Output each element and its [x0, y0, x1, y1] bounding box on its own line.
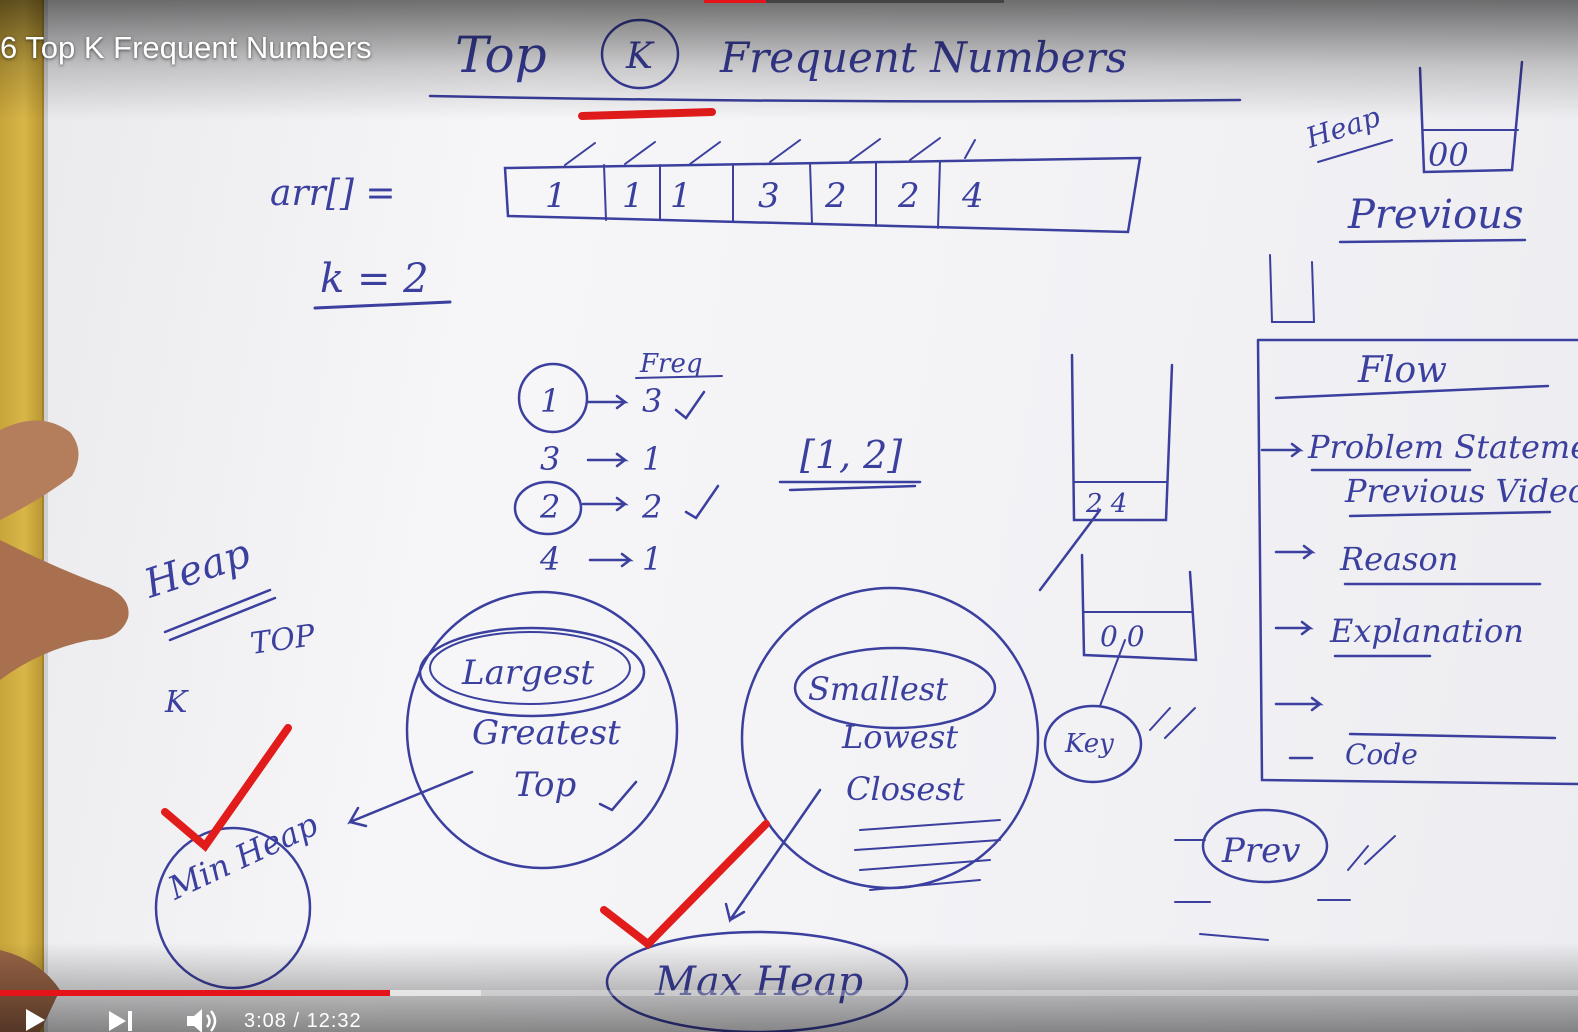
- wb-result: [1, 2]: [800, 433, 902, 477]
- freq-number: 1: [540, 382, 560, 420]
- wb-flow-title: Flow: [1357, 350, 1447, 391]
- largest-word: Greatest: [472, 713, 621, 753]
- play-button[interactable]: [24, 1008, 46, 1032]
- flow-item: Code: [1345, 738, 1418, 771]
- freq-count: 1: [642, 540, 662, 578]
- array-cell-value: 2: [824, 176, 847, 216]
- wb-key-label: Key: [1064, 729, 1114, 759]
- freq-number: 3: [540, 440, 560, 478]
- wb-previous: Previous: [1347, 192, 1523, 238]
- progress-played: [0, 990, 390, 996]
- chapter-indicator: [766, 0, 1004, 3]
- array-cell-value: 2: [897, 176, 920, 216]
- next-button[interactable]: [108, 1010, 134, 1032]
- chapter-indicator-active: [704, 0, 766, 3]
- volume-button[interactable]: [186, 1008, 220, 1032]
- freq-number: 2: [539, 488, 560, 526]
- wb-k-label: k = 2: [320, 256, 429, 302]
- array-cell-value: 1: [670, 176, 692, 216]
- wb-heap-values-top: 00: [1428, 136, 1469, 174]
- whiteboard-drawing: Top K Frequent Numbers arr[] = 1113224 k…: [138, 18, 1578, 1032]
- array-cell-value: 4: [961, 176, 984, 216]
- smallest-word: Lowest: [841, 718, 958, 756]
- player-controls: 3:08 / 12:32: [0, 990, 1578, 1032]
- time-display: 3:08 / 12:32: [244, 1010, 362, 1032]
- smallest-word: Smallest: [808, 670, 948, 708]
- wb-heap-values-mid: 2 4: [1085, 489, 1127, 519]
- progress-bar[interactable]: [0, 990, 1578, 996]
- flow-item: Explanation: [1329, 612, 1524, 650]
- array-cell-value: 3: [758, 176, 780, 216]
- largest-word: Top: [514, 765, 576, 805]
- freq-count: 2: [641, 488, 662, 526]
- flow-item: Problem Statement: [1307, 428, 1578, 466]
- freq-count: 1: [642, 440, 662, 478]
- flow-item: Previous Video: [1344, 472, 1578, 510]
- largest-word: Largest: [461, 653, 594, 693]
- play-icon: [26, 1009, 45, 1031]
- presenter-hand: [0, 420, 129, 1032]
- volume-icon: [187, 1009, 217, 1032]
- array-cell-value: 1: [622, 176, 644, 216]
- next-icon: [109, 1011, 132, 1031]
- freq-number: 4: [539, 540, 560, 578]
- wb-top-label: TOP: [248, 618, 318, 662]
- freq-count: 3: [642, 382, 662, 420]
- wb-prev-label: Prev: [1221, 831, 1300, 871]
- wb-freq-header: Freq: [639, 349, 703, 379]
- video-frame[interactable]: Top K Frequent Numbers arr[] = 1113224 k…: [0, 0, 1578, 1032]
- flow-item: Reason: [1339, 540, 1458, 578]
- smallest-word: Closest: [846, 770, 965, 808]
- video-title[interactable]: 6 Top K Frequent Numbers: [0, 30, 372, 66]
- wb-array-label: arr[] =: [270, 173, 396, 214]
- array-cell-value: 1: [545, 176, 567, 216]
